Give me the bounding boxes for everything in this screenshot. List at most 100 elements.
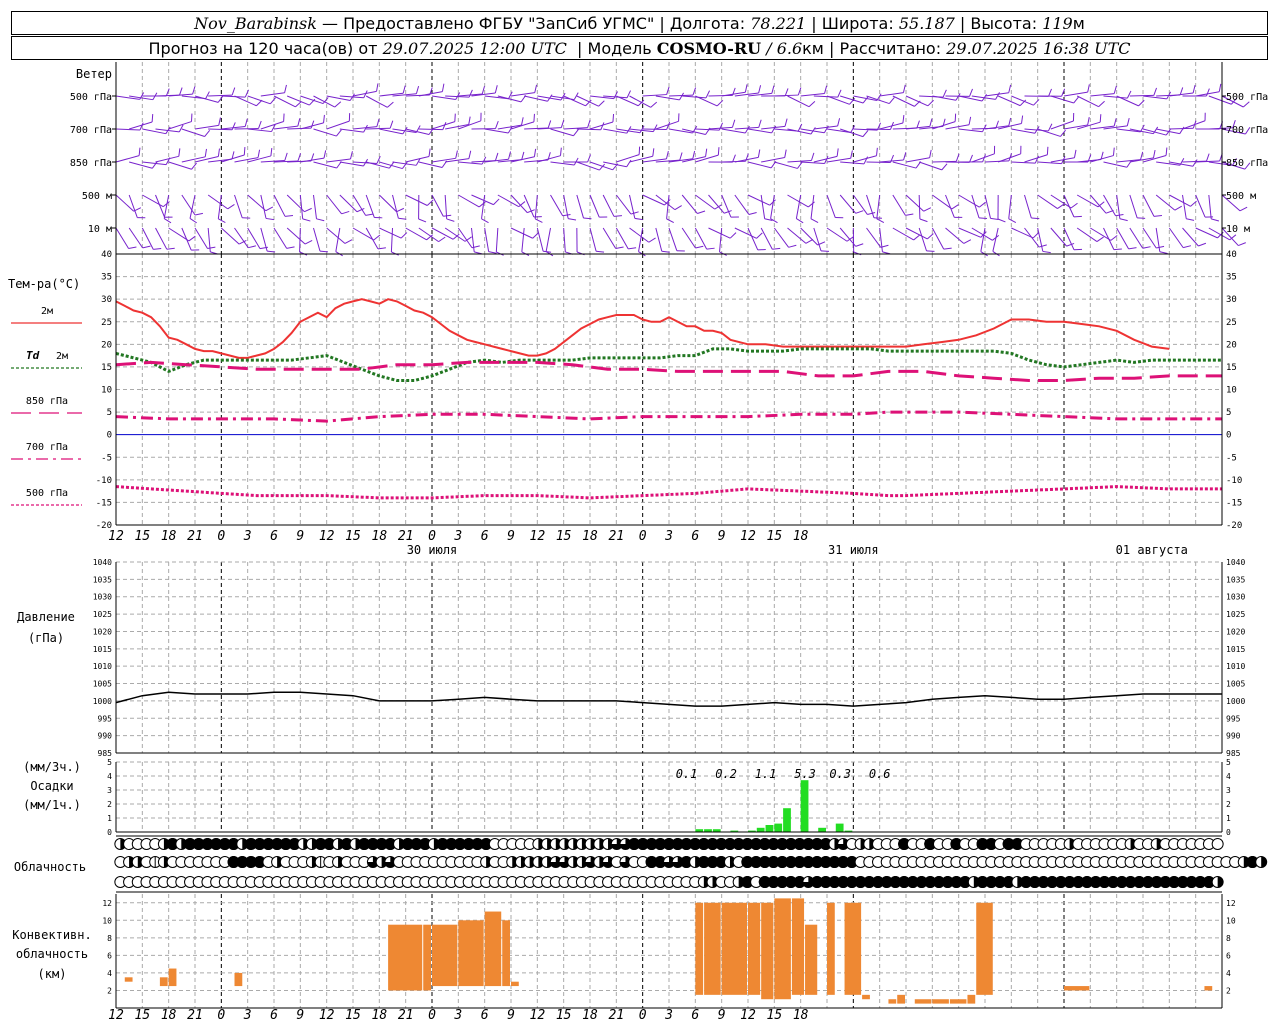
wind-barb-flag bbox=[919, 218, 928, 223]
wind-barb-flag bbox=[316, 218, 325, 222]
wind-barb-staff bbox=[163, 194, 170, 219]
conv-bar bbox=[234, 972, 243, 987]
wind-barb-staff bbox=[1169, 127, 1194, 130]
wind-barb-flag bbox=[692, 150, 696, 159]
hour-label-bottom: 15 bbox=[767, 1008, 783, 1023]
wind-barb-flag bbox=[876, 147, 878, 156]
wind-barb-staff bbox=[876, 194, 881, 219]
conv-bar bbox=[1064, 986, 1090, 991]
wind-barb-flag bbox=[304, 207, 312, 213]
precip-total: 1.1 bbox=[755, 767, 777, 781]
wind-barb-staff bbox=[747, 161, 772, 169]
wind-barb-flag bbox=[468, 150, 472, 159]
wind-barb-staff bbox=[550, 194, 564, 216]
wind-barb-flag bbox=[758, 119, 762, 128]
wind-barb-flag bbox=[573, 129, 579, 137]
prec-ytick-right: 4 bbox=[1226, 772, 1231, 781]
wind-barb-flag bbox=[244, 118, 248, 127]
conv-title-3: (км) bbox=[38, 967, 67, 981]
wind-barb-flag bbox=[788, 244, 797, 248]
wind-barb-flag bbox=[204, 130, 211, 137]
temp-ytick-right: 35 bbox=[1226, 273, 1237, 283]
pressure-unit: (гПа) bbox=[28, 631, 64, 645]
wind-barb-flag bbox=[493, 198, 500, 205]
wind-barb-flag bbox=[304, 239, 313, 245]
temp-ytick-left: 25 bbox=[101, 318, 112, 328]
wind-barb-staff bbox=[128, 194, 138, 218]
wind-barb-staff bbox=[721, 194, 732, 218]
wind-barb-flag bbox=[386, 101, 394, 108]
legend-label-4: 500 гПа bbox=[26, 488, 68, 499]
conv-ytick-left: 6 bbox=[107, 951, 112, 960]
prec-ytick-right: 5 bbox=[1226, 758, 1231, 767]
temp-ytick-left: 0 bbox=[107, 431, 112, 441]
conv-bar bbox=[967, 994, 976, 1004]
pres-ytick-right: 1040 bbox=[1226, 558, 1245, 567]
wind-barb-flag bbox=[227, 204, 235, 210]
wind-barb-flag bbox=[1140, 151, 1144, 160]
wind-barb-staff bbox=[615, 227, 629, 250]
wind-barb-staff bbox=[1037, 161, 1062, 165]
wind-barb-flag bbox=[179, 87, 183, 96]
wind-barb-staff bbox=[866, 227, 882, 248]
wind-barb-staff bbox=[840, 161, 865, 165]
wind-barb-staff bbox=[958, 227, 981, 238]
wind-barb-staff bbox=[721, 160, 746, 163]
wind-barb-flag bbox=[151, 114, 154, 123]
wind-barb-staff bbox=[984, 194, 992, 219]
wind-barb-flag bbox=[757, 149, 761, 158]
temp-ytick-right: 40 bbox=[1226, 250, 1237, 260]
wind-barb-flag bbox=[583, 217, 592, 220]
wind-barb-staff bbox=[892, 161, 917, 169]
wind-barb-staff bbox=[958, 128, 983, 133]
wind-barb-flag bbox=[941, 163, 948, 171]
wind-barb-flag bbox=[258, 120, 262, 129]
wind-barb-staff bbox=[603, 161, 627, 168]
wind-barb-flag bbox=[443, 214, 452, 217]
wind-barb-flag bbox=[1153, 87, 1158, 96]
wind-barb-staff bbox=[260, 92, 285, 97]
meteogram: 500 гПа 500 гПа 700 гПа 700 гПа 850 гПа 850 г… bbox=[8, 62, 1268, 1023]
wind-barb-staff bbox=[550, 128, 574, 137]
wind-barb-staff bbox=[431, 227, 454, 240]
wind-barb-flag bbox=[265, 206, 274, 212]
wind-barb-flag bbox=[717, 147, 720, 156]
wind-barb-staff bbox=[189, 194, 196, 219]
wind-barb-flag bbox=[138, 147, 141, 156]
wind-barb-staff bbox=[958, 194, 980, 208]
wind-barb-flag bbox=[615, 246, 624, 249]
wind-barb-flag bbox=[446, 218, 455, 222]
wind-barb-staff bbox=[892, 194, 906, 216]
wind-barb-flag bbox=[178, 148, 181, 157]
wind-barb-flag bbox=[731, 119, 736, 128]
wind-barb-staff bbox=[879, 92, 904, 97]
hour-label-bottom: 21 bbox=[609, 1008, 625, 1023]
wind-barb-staff bbox=[931, 227, 945, 250]
wind-barb-staff bbox=[335, 227, 341, 252]
wind-barb-flag bbox=[929, 118, 933, 127]
pres-ytick-left: 990 bbox=[98, 732, 113, 741]
wind-barb-staff bbox=[392, 194, 399, 219]
prec-ytick-right: 1 bbox=[1226, 814, 1231, 823]
wind-barb-staff bbox=[1195, 194, 1206, 218]
wind-barb-flag bbox=[1047, 123, 1053, 132]
wind-barb-flag bbox=[674, 205, 682, 211]
wind-barb-flag bbox=[596, 250, 605, 253]
wind-barb-staff bbox=[945, 194, 955, 218]
wind-barb-staff bbox=[826, 128, 851, 133]
wind-barb-flag bbox=[1211, 218, 1220, 222]
wind-barb-flag bbox=[415, 85, 420, 94]
temp-series-3 bbox=[115, 410, 1222, 423]
temp-ytick-right: -5 bbox=[1226, 453, 1237, 463]
temp-ytick-right: 0 bbox=[1226, 431, 1231, 441]
conv-title-1: Конвективн. bbox=[12, 928, 91, 942]
wind-level-label-left: 850 гПа bbox=[70, 158, 112, 169]
precip-bar bbox=[800, 780, 809, 832]
wind-barb-staff bbox=[247, 128, 272, 133]
wind-barb-flag bbox=[613, 215, 622, 217]
wind-barb-staff bbox=[813, 125, 838, 130]
wind-barb-staff bbox=[1063, 227, 1075, 251]
wind-barb-staff bbox=[795, 194, 802, 219]
wind-barb-flag bbox=[128, 246, 137, 249]
hour-label-bottom: 18 bbox=[793, 1008, 809, 1023]
